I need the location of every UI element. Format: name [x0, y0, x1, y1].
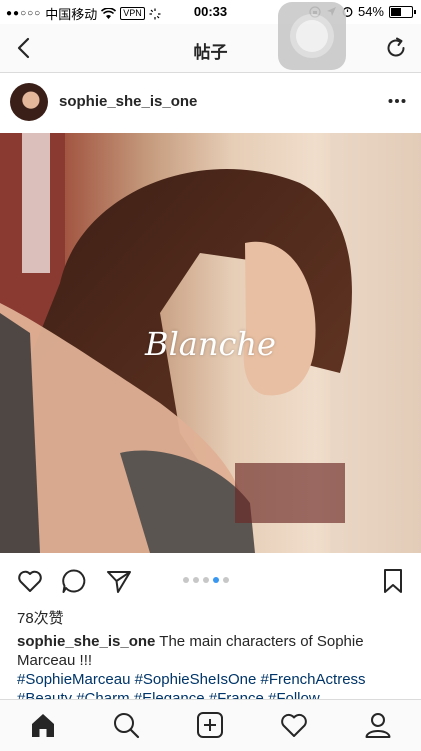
battery-icon: [389, 5, 416, 18]
search-icon[interactable]: [111, 710, 141, 740]
carousel-dot: [223, 577, 229, 583]
post-username[interactable]: sophie_she_is_one: [59, 93, 197, 110]
comment-icon[interactable]: [60, 567, 88, 595]
more-dots-icon[interactable]: [387, 93, 407, 109]
bookmark-icon[interactable]: [379, 567, 407, 595]
heart-icon[interactable]: [16, 567, 44, 595]
refresh-icon[interactable]: [383, 35, 409, 61]
profile-icon[interactable]: [363, 710, 393, 740]
post-image[interactable]: Blanche: [0, 133, 421, 553]
bottom-tab-bar: [0, 699, 421, 751]
carousel-dot-active: [213, 577, 219, 583]
carousel-dot: [203, 577, 209, 583]
avatar[interactable]: [10, 83, 48, 121]
post-caption: sophie_she_is_one The main characters of…: [17, 632, 411, 699]
carousel-indicator: [183, 577, 229, 583]
navigation-bar: 帖子: [0, 24, 421, 73]
carousel-dot: [193, 577, 199, 583]
battery-level: [391, 7, 401, 16]
battery-percent: 54%: [357, 4, 384, 19]
home-icon[interactable]: [28, 710, 58, 740]
new-post-icon[interactable]: [195, 710, 225, 740]
image-watermark: Blanche: [145, 325, 276, 363]
activity-heart-icon[interactable]: [279, 710, 309, 740]
caption-hashtags[interactable]: #SophieMarceau #SophieSheIsOne #FrenchAc…: [17, 671, 366, 699]
post-header: sophie_she_is_one: [0, 73, 421, 131]
post-actions: [0, 555, 421, 605]
like-count[interactable]: 78次赞: [17, 607, 64, 628]
status-bar: ●●○○○ 中国移动 VPN 00:33 54%: [0, 0, 421, 24]
caption-username[interactable]: sophie_she_is_one: [17, 633, 155, 650]
page-title: 帖子: [193, 43, 228, 62]
send-icon[interactable]: [105, 567, 133, 595]
carousel-dot: [183, 577, 189, 583]
assistive-touch-button[interactable]: [278, 2, 346, 70]
